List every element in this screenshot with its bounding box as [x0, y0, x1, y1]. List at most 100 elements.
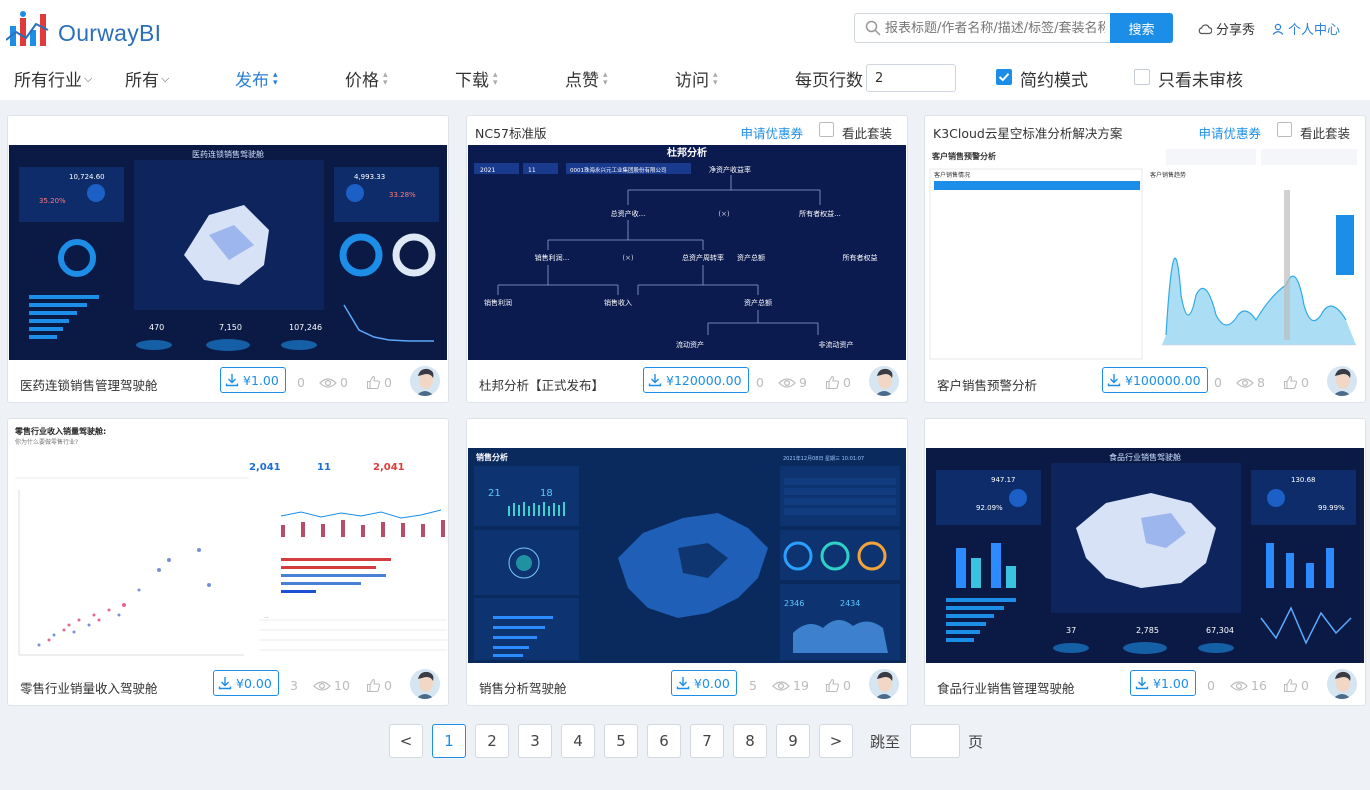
report-thumbnail[interactable]: 医药连锁销售驾驶舱 10,724.60 35.20% 4,993.33 33.2…: [9, 145, 447, 360]
thumb-kpi: 130.68: [1291, 476, 1316, 484]
like-count[interactable]: 0: [825, 375, 851, 390]
report-thumbnail[interactable]: 杜邦分析 2021 11 0001珠海永兴元工业集团股份有限公司 净资产收益率 …: [468, 145, 906, 360]
filter-bar: 所有行业 ⌵ 所有 ⌵ 发布 ▴ ▾ 价格 ▴ ▾ 下载 ▴ ▾ 点赞 ▴ ▾ 访问 ▴ ▾ 每页行数 …: [0, 60, 1370, 96]
page-6-button[interactable]: 6: [647, 724, 681, 758]
author-avatar[interactable]: [410, 669, 440, 699]
report-name[interactable]: 杜邦分析【正式发布】: [479, 375, 604, 394]
view-count-value: 16: [1251, 678, 1267, 693]
price-label: 价格: [345, 71, 379, 91]
sort-icon: ▴ ▾: [383, 69, 388, 88]
simple-mode-checkbox[interactable]: [996, 69, 1012, 85]
report-name[interactable]: 销售分析驾驶舱: [479, 678, 567, 697]
page-4-button[interactable]: 4: [561, 724, 595, 758]
report-card[interactable]: 零售行业收入销量驾驶舱: 你为什么要做零售行业? 2,041 11 2,041 …: [7, 418, 449, 706]
report-name[interactable]: 食品行业销售管理驾驶舱: [937, 678, 1075, 697]
thumb-kpi: 92.09%: [976, 504, 1003, 512]
user-icon: [1272, 23, 1284, 35]
thumb-kpi: 470: [149, 323, 164, 332]
sort-visit[interactable]: 访问 ▴ ▾: [675, 66, 718, 91]
report-card[interactable]: K3Cloud云星空标准分析解决方案 申请优惠券 看此套装 客户销售预警分析 客…: [924, 115, 1366, 403]
next-page-button[interactable]: >: [819, 724, 853, 758]
rows-per-page-input[interactable]: 2: [866, 64, 956, 92]
see-set-checkbox[interactable]: [819, 122, 834, 137]
report-name[interactable]: 医药连锁销售管理驾驶舱: [20, 375, 158, 394]
apply-coupon-link[interactable]: 申请优惠券: [740, 123, 803, 142]
like-count[interactable]: 0: [366, 375, 392, 390]
author-avatar[interactable]: [869, 366, 899, 396]
report-thumbnail[interactable]: 食品行业销售驾驶舱 947.17 92.09% 130.68 99.99% 37…: [926, 448, 1364, 663]
thumb-kpi: 2,041: [373, 462, 405, 473]
report-name[interactable]: 客户销售预警分析: [937, 375, 1037, 394]
card-header: K3Cloud云星空标准分析解决方案 申请优惠券 看此套装: [925, 116, 1365, 144]
sort-like[interactable]: 点赞 ▴ ▾: [565, 66, 608, 91]
download-price-button[interactable]: ¥1.00: [1130, 670, 1196, 696]
page-2-button[interactable]: 2: [475, 724, 509, 758]
like-count[interactable]: 0: [825, 678, 851, 693]
download-icon: [676, 677, 690, 690]
logo[interactable]: OurwayBI: [6, 10, 161, 48]
thumb-title: 销售分析: [476, 452, 508, 462]
sort-download[interactable]: 下载 ▴ ▾: [455, 66, 498, 91]
page-8-button[interactable]: 8: [733, 724, 767, 758]
report-card[interactable]: 食品行业销售驾驶舱 947.17 92.09% 130.68 99.99% 37…: [924, 418, 1366, 706]
report-card[interactable]: 销售分析 2021年12月08日 星期三 10:01:07 21 18 2346…: [466, 418, 908, 706]
share-link[interactable]: 分享秀: [1198, 19, 1255, 38]
like-count[interactable]: 0: [1283, 678, 1309, 693]
search-input[interactable]: [885, 20, 1105, 36]
chevron-down-icon: ⌵: [161, 71, 170, 85]
sort-publish[interactable]: 发布 ▴ ▾: [235, 66, 278, 91]
thumb-kpi: 11: [317, 462, 331, 473]
report-thumbnail[interactable]: 销售分析 2021年12月08日 星期三 10:01:07 21 18 2346…: [468, 448, 906, 663]
page-5-button[interactable]: 5: [604, 724, 638, 758]
author-avatar[interactable]: [1327, 669, 1357, 699]
industry-dropdown[interactable]: 所有行业 ⌵: [14, 66, 92, 91]
card-footer: 杜邦分析【正式发布】 ¥120000.00 0 9 0: [467, 360, 907, 402]
thumb-kpi: 10,724.60: [69, 173, 105, 181]
download-price-button[interactable]: ¥0.00: [671, 670, 737, 696]
like-count-value: 0: [1301, 678, 1309, 693]
apply-coupon-link[interactable]: 申请优惠券: [1198, 123, 1261, 142]
publish-label: 发布: [235, 71, 269, 91]
author-avatar[interactable]: [869, 669, 899, 699]
thumb-kpi: 7,150: [219, 323, 242, 332]
report-thumbnail[interactable]: 零售行业收入销量驾驶舱: 你为什么要做零售行业? 2,041 11 2,041 …: [9, 420, 447, 663]
report-card[interactable]: 医药连锁销售驾驶舱 10,724.60 35.20% 4,993.33 33.2…: [7, 115, 449, 403]
download-label: 下载: [455, 71, 489, 91]
download-price-button[interactable]: ¥1.00: [220, 367, 286, 393]
report-name[interactable]: 零售行业销量收入驾驶舱: [20, 678, 158, 697]
download-count: 0: [297, 375, 305, 390]
report-card[interactable]: NC57标准版 申请优惠券 看此套装 杜邦分析 2021 11 0001珠海永兴…: [466, 115, 908, 403]
author-avatar[interactable]: [1327, 366, 1357, 396]
author-avatar[interactable]: [410, 366, 440, 396]
all-dropdown[interactable]: 所有 ⌵: [125, 66, 169, 91]
view-count-value: 8: [1257, 375, 1265, 390]
search-icon: [865, 20, 881, 36]
page-7-button[interactable]: 7: [690, 724, 724, 758]
download-price-button[interactable]: ¥120000.00: [643, 367, 749, 393]
download-price-button[interactable]: ¥0.00: [213, 670, 279, 696]
prev-page-button[interactable]: <: [389, 724, 423, 758]
page-3-button[interactable]: 3: [518, 724, 552, 758]
page-1-button[interactable]: 1: [432, 724, 466, 758]
suite-title: K3Cloud云星空标准分析解决方案: [933, 126, 1123, 141]
like-count[interactable]: 0: [1283, 375, 1309, 390]
thumb-node: 资产总额: [737, 253, 765, 262]
sort-price[interactable]: 价格 ▴ ▾: [345, 66, 388, 91]
page-9-button[interactable]: 9: [776, 724, 810, 758]
jump-page-input[interactable]: [910, 724, 960, 758]
thumb-node: 所有者权益...: [799, 209, 841, 218]
see-set-checkbox[interactable]: [1277, 122, 1292, 137]
report-thumbnail[interactable]: 客户销售预警分析 客户销售情况 客户销售趋势: [926, 145, 1364, 360]
search-button[interactable]: 搜索: [1110, 13, 1173, 43]
download-price-button[interactable]: ¥100000.00: [1102, 367, 1208, 393]
like-count[interactable]: 0: [366, 678, 392, 693]
download-count: 0: [1207, 678, 1215, 693]
personal-center-link[interactable]: 个人中心: [1272, 19, 1340, 38]
industry-label: 所有行业: [14, 71, 82, 91]
view-count: 19: [772, 678, 809, 693]
download-icon: [1135, 677, 1149, 690]
see-set-label: 看此套装: [841, 126, 892, 141]
share-label: 分享秀: [1216, 23, 1256, 38]
all-label: 所有: [125, 71, 159, 91]
unreviewed-checkbox[interactable]: [1134, 69, 1150, 85]
